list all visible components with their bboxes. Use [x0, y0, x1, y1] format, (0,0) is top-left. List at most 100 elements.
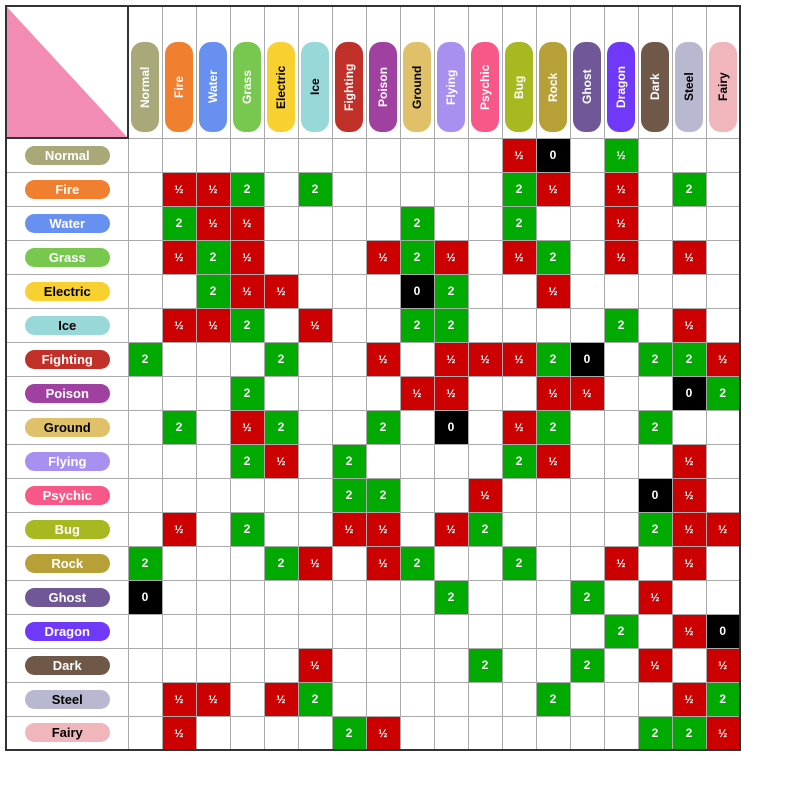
cell: ½	[366, 546, 400, 580]
cell: 2	[706, 376, 740, 410]
cell	[162, 138, 196, 172]
cell	[536, 478, 570, 512]
cell	[230, 546, 264, 580]
cell: 2	[230, 308, 264, 342]
cell: 2	[672, 716, 706, 750]
cell: ½	[230, 410, 264, 444]
cell	[298, 512, 332, 546]
cell: 2	[400, 206, 434, 240]
cell	[196, 614, 230, 648]
cell	[434, 444, 468, 478]
cell: ½	[672, 512, 706, 546]
cell: 2	[638, 342, 672, 376]
cell	[638, 240, 672, 274]
cell: ½	[570, 376, 604, 410]
cell	[434, 206, 468, 240]
cell: 2	[434, 580, 468, 614]
cell: ½	[400, 376, 434, 410]
cell: ½	[604, 206, 638, 240]
cell	[128, 444, 162, 478]
cell: 2	[502, 546, 536, 580]
cell	[468, 308, 502, 342]
cell	[196, 342, 230, 376]
cell	[366, 308, 400, 342]
row-label-ground: Ground	[6, 410, 128, 444]
cell	[332, 682, 366, 716]
cell	[230, 682, 264, 716]
cell: 2	[332, 444, 366, 478]
cell	[502, 682, 536, 716]
cell	[196, 376, 230, 410]
cell	[128, 682, 162, 716]
cell: ½	[502, 410, 536, 444]
col-header-ice: Ice	[298, 6, 332, 138]
cell	[264, 512, 298, 546]
col-header-fire: Fire	[162, 6, 196, 138]
cell	[128, 512, 162, 546]
col-header-rock: Rock	[536, 6, 570, 138]
cell: 2	[638, 410, 672, 444]
cell: ½	[366, 240, 400, 274]
cell	[366, 206, 400, 240]
cell	[706, 580, 740, 614]
row-label-psychic: Psychic	[6, 478, 128, 512]
cell	[706, 206, 740, 240]
table-row: Electric2½½02½	[6, 274, 740, 308]
cell	[332, 580, 366, 614]
row-label-water: Water	[6, 206, 128, 240]
cell	[264, 580, 298, 614]
cell	[264, 172, 298, 206]
cell	[468, 580, 502, 614]
cell: ½	[196, 682, 230, 716]
cell	[536, 716, 570, 750]
cell: 2	[400, 546, 434, 580]
cell: 2	[264, 546, 298, 580]
cell	[332, 614, 366, 648]
cell: ½	[502, 342, 536, 376]
cell: ½	[230, 206, 264, 240]
cell: 2	[196, 240, 230, 274]
cell	[434, 546, 468, 580]
cell: 2	[570, 648, 604, 682]
cell: 2	[196, 274, 230, 308]
cell	[298, 376, 332, 410]
cell	[298, 444, 332, 478]
cell: ½	[230, 274, 264, 308]
cell: 2	[672, 172, 706, 206]
cell: 0	[400, 274, 434, 308]
cell	[604, 444, 638, 478]
cell	[128, 240, 162, 274]
cell: ½	[672, 546, 706, 580]
cell: ½	[706, 342, 740, 376]
cell	[400, 478, 434, 512]
cell	[604, 716, 638, 750]
cell	[570, 172, 604, 206]
cell	[128, 172, 162, 206]
cell: ½	[468, 478, 502, 512]
cell	[230, 648, 264, 682]
table-row: Normal½0½	[6, 138, 740, 172]
cell	[332, 172, 366, 206]
table-row: Fire½½222½½2	[6, 172, 740, 206]
cell: ½	[366, 716, 400, 750]
cell: ½	[638, 580, 672, 614]
cell: 2	[366, 410, 400, 444]
row-label-fairy: Fairy	[6, 716, 128, 750]
cell	[162, 274, 196, 308]
cell	[536, 580, 570, 614]
table-row: Ghost022½	[6, 580, 740, 614]
cell: ½	[468, 342, 502, 376]
cell: ½	[332, 512, 366, 546]
cell	[638, 614, 672, 648]
cell	[672, 410, 706, 444]
table-row: Fighting22½½½½2022½	[6, 342, 740, 376]
col-header-bug: Bug	[502, 6, 536, 138]
cell	[298, 240, 332, 274]
cell: 0	[672, 376, 706, 410]
cell	[366, 682, 400, 716]
row-label-normal: Normal	[6, 138, 128, 172]
cell	[502, 308, 536, 342]
cell	[400, 580, 434, 614]
cell: 0	[536, 138, 570, 172]
cell: 2	[638, 512, 672, 546]
